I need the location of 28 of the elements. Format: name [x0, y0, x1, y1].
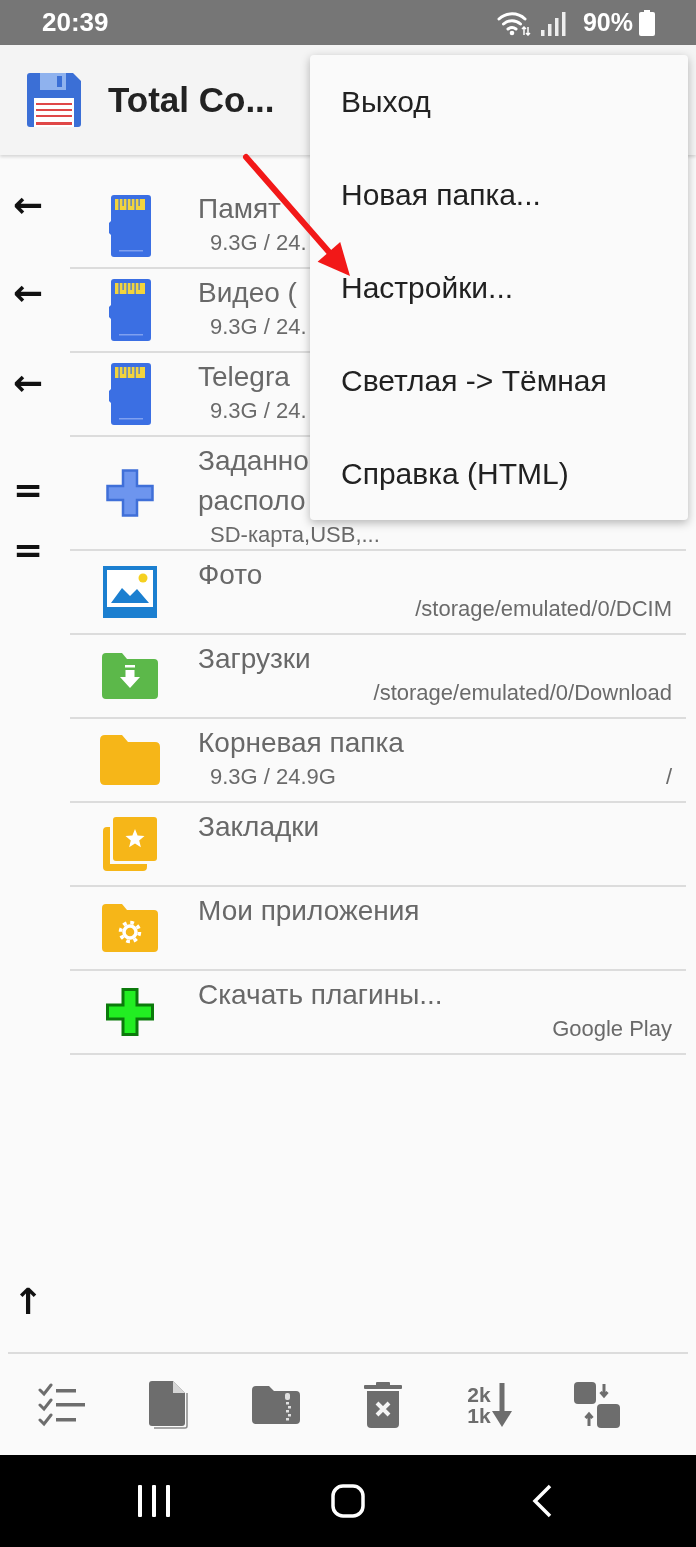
item-title: Фото: [198, 558, 263, 592]
item-title: Видео (: [198, 276, 297, 310]
item-title: Мои приложения: [198, 894, 420, 928]
battery-percent: 90%: [582, 8, 633, 37]
side-marker: =: [13, 470, 44, 510]
side-marker: ←: [13, 185, 44, 225]
side-marker: ←: [13, 363, 44, 403]
item-title: Заданно располо: [198, 444, 309, 518]
item-path: Google Play: [552, 1015, 672, 1043]
item-title: Telegra: [198, 360, 290, 394]
status-time: 20:39: [42, 7, 109, 38]
app-title: Total Co...: [108, 80, 275, 120]
item-detail: 9.3G / 24.: [209, 229, 307, 257]
item-path: /storage/emulated/0/DCIM: [415, 595, 672, 623]
side-marker: =: [13, 530, 44, 570]
item-title: Скачать плагины...: [198, 978, 443, 1012]
item-path: /: [665, 763, 672, 791]
item-path: /storage/emulated/0/Download: [373, 679, 672, 707]
item-title: Памят: [198, 192, 281, 226]
item-title: Корневая папка: [198, 726, 404, 760]
item-detail: 9.3G / 24.: [209, 313, 307, 341]
item-detail: 9.3G / 24.9G: [209, 763, 336, 791]
item-title: Закладки: [198, 810, 320, 844]
side-marker: ←: [13, 273, 44, 313]
item-detail: 9.3G / 24.: [209, 397, 307, 425]
up-marker: ↑: [13, 1282, 44, 1322]
item-title: Загрузки: [198, 642, 311, 676]
item-detail: SD-карта,USB,...: [209, 521, 380, 549]
